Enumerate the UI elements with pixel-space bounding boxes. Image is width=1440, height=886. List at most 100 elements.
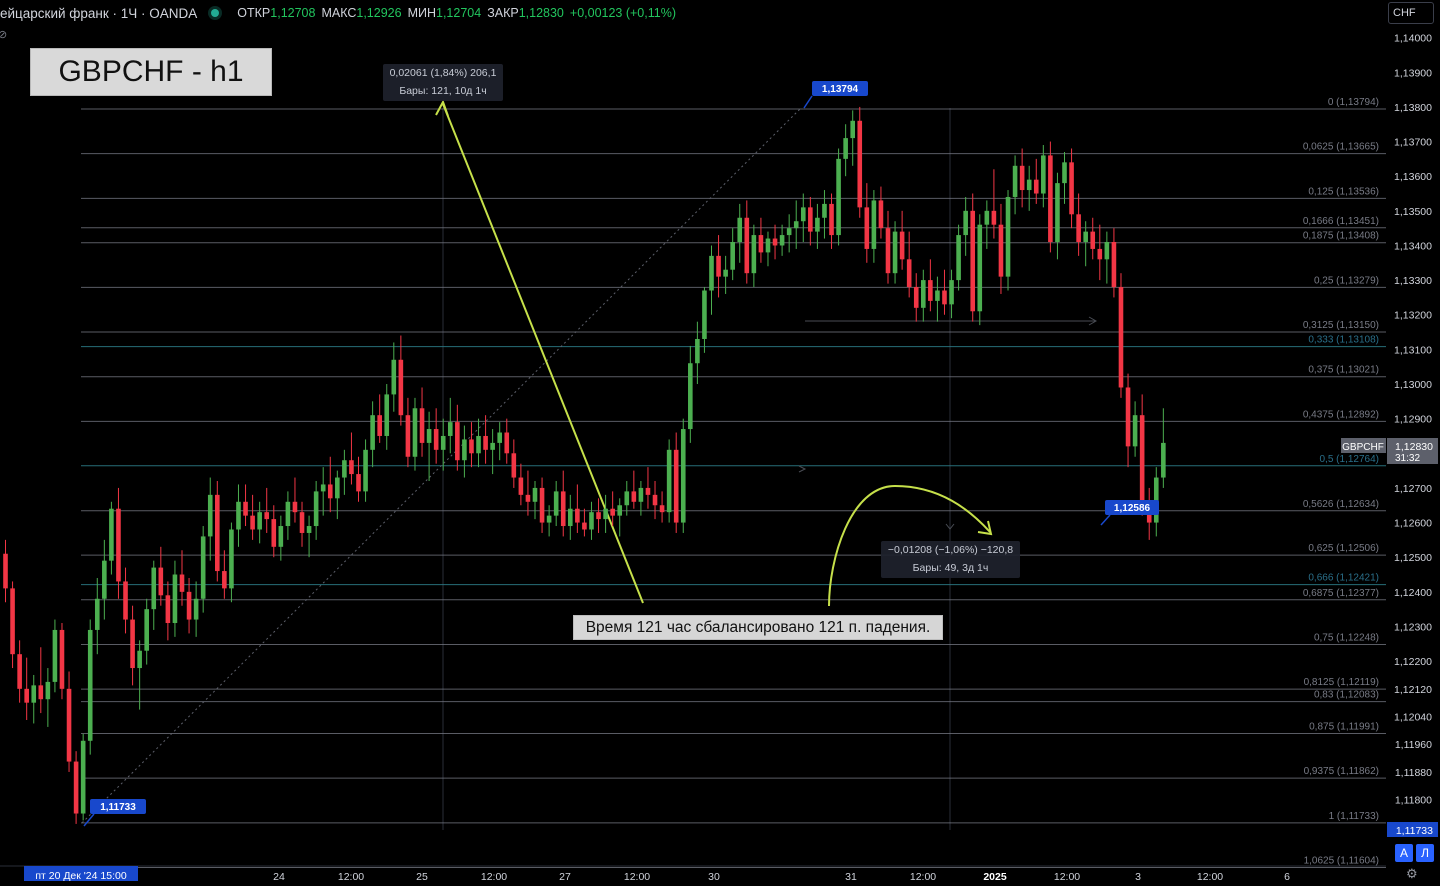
candle-body[interactable] [786, 228, 792, 236]
candle-body[interactable] [222, 571, 227, 589]
candle-body[interactable] [617, 505, 623, 516]
candle-body[interactable] [921, 280, 926, 308]
candle-body[interactable] [412, 408, 418, 457]
candle-body[interactable] [723, 269, 728, 277]
candle-body[interactable] [956, 235, 961, 281]
candle-body[interactable] [1083, 231, 1088, 243]
candle-body[interactable] [560, 491, 566, 527]
candle-body[interactable] [1125, 387, 1131, 447]
candle-body[interactable] [285, 501, 291, 527]
candle-body[interactable] [991, 210, 997, 225]
measure-down-box[interactable]: −0,01208 (−1,06%) −120,8 Бары: 49, 3д 1ч [881, 541, 1020, 578]
candle-body[interactable] [370, 415, 375, 450]
candle-body[interactable] [673, 449, 679, 523]
candle-body[interactable] [384, 394, 390, 436]
candle-body[interactable] [659, 505, 665, 513]
candle-body[interactable] [433, 429, 439, 450]
candle-body[interactable] [878, 200, 884, 229]
candle-body[interactable] [702, 290, 707, 339]
candle-body[interactable] [1132, 415, 1138, 447]
candle-body[interactable] [1012, 165, 1018, 197]
candle-body[interactable] [504, 432, 510, 454]
candle-body[interactable] [1026, 179, 1032, 191]
candle-body[interactable] [822, 203, 827, 218]
candle-body[interactable] [299, 512, 305, 533]
candle-body[interactable] [490, 442, 495, 450]
candle-body[interactable] [497, 432, 502, 443]
candle-body[interactable] [553, 491, 559, 516]
candle-body[interactable] [977, 224, 983, 312]
candle-body[interactable] [257, 512, 262, 530]
candle-body[interactable] [596, 512, 601, 520]
candle-body[interactable] [123, 581, 128, 620]
candle-body[interactable] [850, 120, 855, 139]
candle-body[interactable] [539, 487, 545, 523]
candle-body[interactable] [857, 120, 863, 208]
candle-body[interactable] [582, 522, 587, 530]
annotation-note[interactable]: Время 121 час сбалансировано 121 п. паде… [573, 615, 943, 640]
measure-up-box[interactable]: 0,02061 (1,84%) 206,1 Бары: 121, 10д 1ч [383, 64, 503, 101]
candle-body[interactable] [1033, 179, 1039, 194]
candle-body[interactable] [645, 487, 651, 495]
candle-body[interactable] [913, 287, 919, 308]
candle-body[interactable] [758, 235, 764, 253]
candle-body[interactable] [1019, 165, 1025, 191]
currency-button[interactable]: CHF [1388, 2, 1434, 24]
candle-body[interactable] [843, 138, 848, 159]
candle-body[interactable] [24, 688, 29, 703]
candle-body[interactable] [864, 207, 870, 249]
candle-body[interactable] [462, 439, 467, 461]
candle-body[interactable] [709, 255, 714, 291]
candle-body[interactable] [751, 235, 757, 274]
candle-body[interactable] [631, 491, 637, 502]
candle-body[interactable] [1097, 248, 1103, 260]
candle-body[interactable] [589, 512, 594, 530]
candle-body[interactable] [906, 259, 912, 288]
candle-body[interactable] [278, 526, 284, 547]
candle-body[interactable] [829, 203, 834, 236]
candle-body[interactable] [899, 231, 905, 260]
candle-body[interactable] [568, 508, 573, 527]
candle-body[interactable] [130, 619, 135, 669]
candle-body[interactable] [236, 501, 241, 530]
candle-body[interactable] [102, 560, 107, 599]
candle-body[interactable] [73, 761, 79, 814]
candle-body[interactable] [603, 508, 608, 520]
candle-body[interactable] [87, 629, 93, 741]
candle-body[interactable] [652, 494, 658, 506]
candle-body[interactable] [680, 429, 686, 523]
candle-body[interactable] [38, 685, 44, 700]
candle-body[interactable] [207, 494, 213, 537]
candle-body[interactable] [116, 508, 121, 582]
candle-body[interactable] [109, 508, 114, 561]
candle-body[interactable] [610, 508, 615, 516]
chart-area[interactable]: 0 (1,13794) 0,0625 (1,13665) 0,125 (1,1353… [0, 0, 1440, 883]
candle-body[interactable] [292, 501, 298, 513]
candle-body[interactable] [419, 408, 425, 443]
candle-body[interactable] [575, 508, 580, 523]
candle-body[interactable] [335, 477, 340, 499]
candle-body[interactable] [229, 529, 234, 589]
candle-body[interactable] [349, 460, 354, 475]
candle-body[interactable] [94, 598, 100, 630]
candle-body[interactable] [815, 217, 820, 232]
candle-body[interactable] [426, 429, 432, 443]
candle-body[interactable] [737, 217, 743, 243]
candle-body[interactable] [808, 207, 813, 232]
annotation-arrow-line[interactable] [442, 103, 644, 604]
candle-body[interactable] [158, 567, 164, 596]
candle-body[interactable] [688, 363, 693, 430]
candle-body[interactable] [1111, 242, 1117, 288]
candle-body[interactable] [1104, 242, 1110, 260]
candle-body[interactable] [871, 200, 877, 249]
candle-body[interactable] [398, 359, 404, 416]
candle-body[interactable] [970, 210, 976, 312]
candle-body[interactable] [744, 217, 750, 274]
candle-body[interactable] [800, 207, 806, 222]
candle-body[interactable] [440, 435, 446, 450]
candle-body[interactable] [469, 439, 474, 454]
candle-body[interactable] [243, 501, 248, 516]
candle-body[interactable] [546, 515, 552, 523]
candle-body[interactable] [306, 526, 312, 533]
candle-body[interactable] [447, 422, 453, 436]
